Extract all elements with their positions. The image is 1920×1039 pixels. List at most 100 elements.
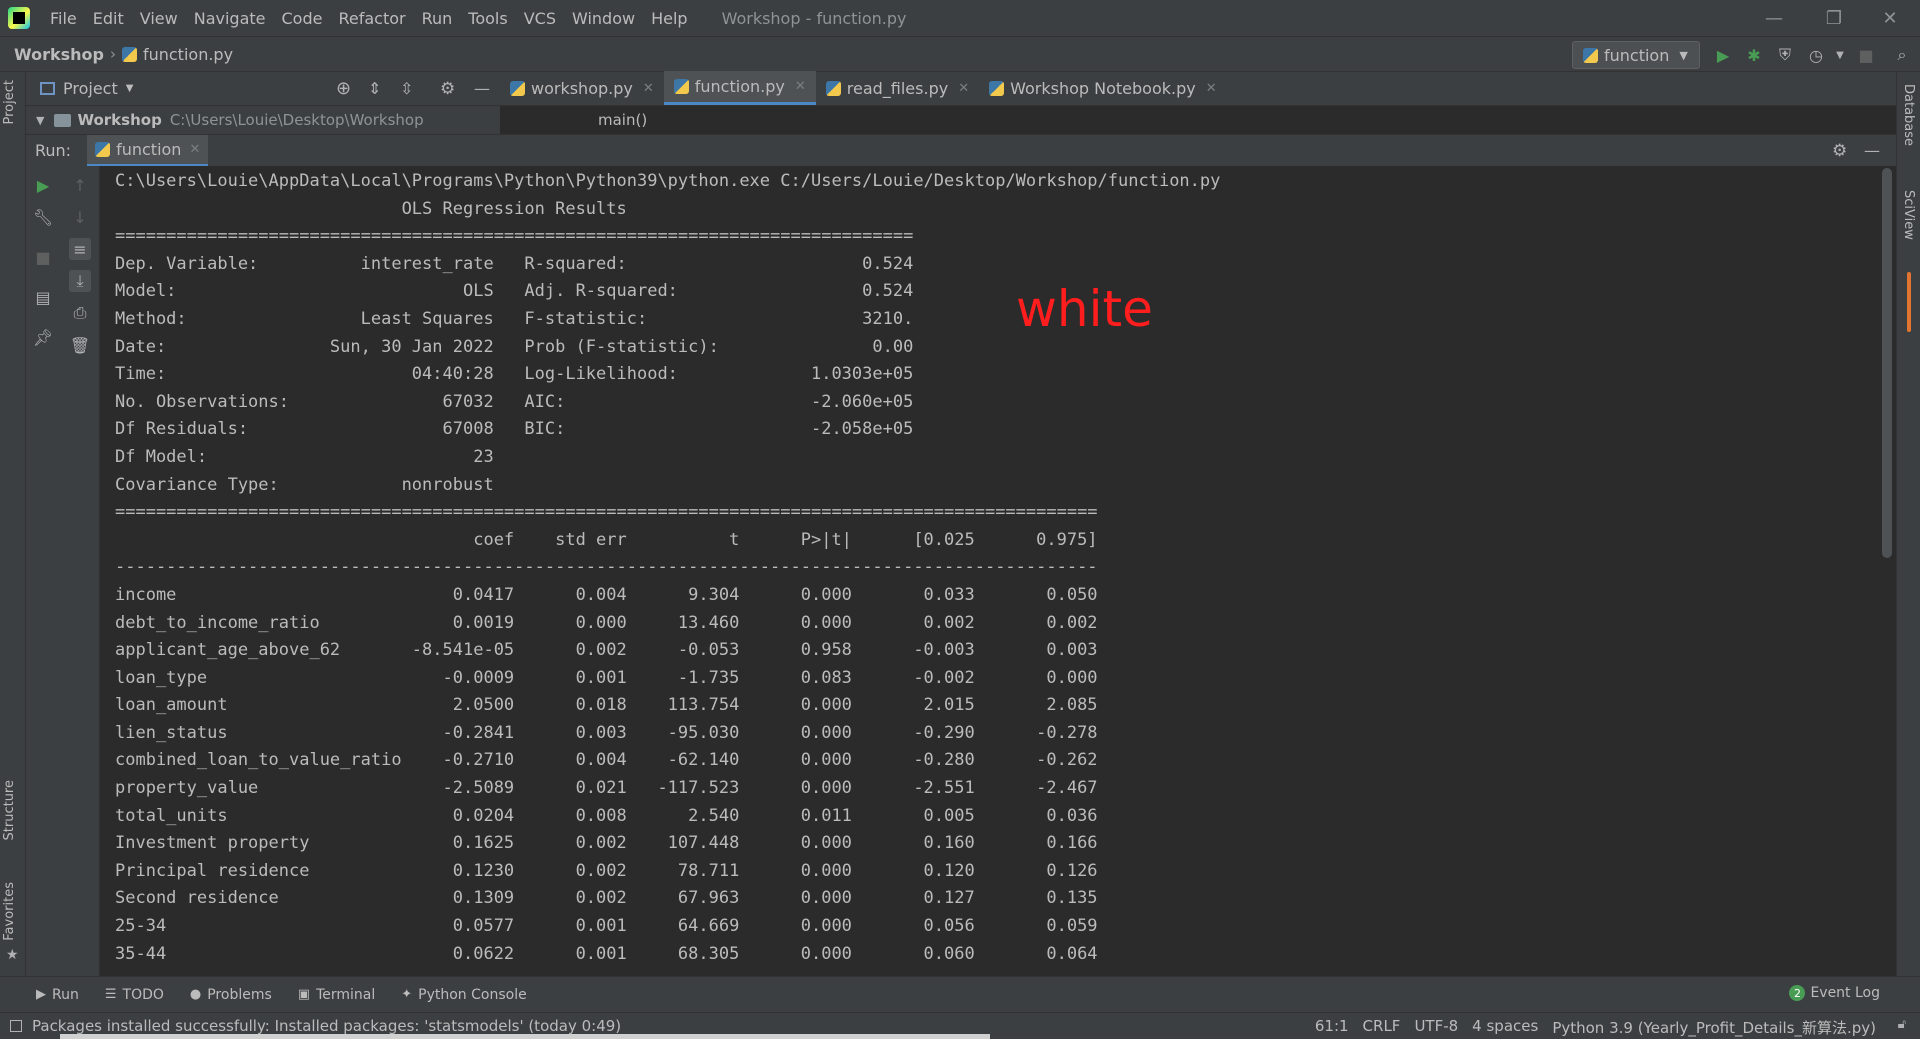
menu-help[interactable]: Help: [643, 9, 695, 28]
close-tab-icon[interactable]: ✕: [795, 79, 806, 94]
minimize-icon[interactable]: —: [1744, 0, 1804, 36]
menu-bar: File Edit View Navigate Code Refactor Ru…: [0, 0, 1920, 36]
project-window-icon: [40, 82, 55, 95]
arrow-up-icon[interactable]: ↑: [69, 174, 91, 196]
close-tab-icon[interactable]: ✕: [958, 81, 969, 96]
breadcrumb-project[interactable]: Workshop: [14, 45, 104, 64]
bottom-tool-tabs: ▶ Run ☰ TODO ● Problems ▣ Terminal ✦ Python C…: [0, 976, 1920, 1012]
toggle-tool-windows-icon[interactable]: [10, 1020, 22, 1032]
bottom-tab-terminal[interactable]: ▣ Terminal: [298, 987, 375, 1003]
menu-view[interactable]: View: [132, 9, 186, 28]
stop-icon[interactable]: ■: [32, 246, 54, 268]
locate-icon[interactable]: ⊕: [336, 78, 351, 99]
annotation-text: white: [1016, 280, 1153, 338]
menu-file[interactable]: File: [42, 9, 85, 28]
pycharm-logo-icon: [8, 7, 30, 29]
menu-refactor[interactable]: Refactor: [330, 9, 413, 28]
soft-wrap-icon[interactable]: ≡: [69, 238, 91, 260]
close-tab-icon[interactable]: ✕: [1206, 81, 1217, 96]
restore-icon[interactable]: ❐: [1804, 0, 1864, 36]
tab-function-py[interactable]: function.py ✕: [663, 71, 816, 105]
caret-position[interactable]: 61:1: [1315, 1017, 1349, 1038]
layout-icon[interactable]: ▤: [32, 286, 54, 308]
file-encoding[interactable]: UTF-8: [1414, 1017, 1458, 1038]
python-icon: ✦: [401, 987, 413, 1002]
trash-icon[interactable]: 🗑︎: [69, 334, 91, 356]
tab-read-files-py[interactable]: read_files.py ✕: [816, 71, 979, 105]
window-title: Workshop - function.py: [721, 8, 907, 28]
bottom-tab-todo[interactable]: ☰ TODO: [105, 987, 164, 1003]
event-log-button[interactable]: 2 Event Log: [1789, 985, 1880, 1001]
menu-run[interactable]: Run: [414, 9, 461, 28]
run-icon[interactable]: ▶: [1713, 45, 1733, 65]
hide-panel-icon[interactable]: —: [1864, 141, 1880, 160]
run-tab-label: function: [116, 139, 182, 159]
lock-icon[interactable]: 🔓︎: [1898, 1017, 1906, 1032]
breadcrumb-function[interactable]: main(): [598, 111, 647, 129]
database-tool-tab[interactable]: Database: [1901, 84, 1916, 146]
run-controls-column: ▶ 🔧︎ ■ ▤ 📌︎: [26, 166, 60, 976]
status-message[interactable]: Packages installed successfully: Install…: [32, 1017, 621, 1035]
scroll-to-end-icon[interactable]: ⤓: [69, 270, 91, 292]
python-file-icon: [989, 80, 1005, 96]
arrow-down-icon[interactable]: ↓: [69, 206, 91, 228]
close-icon[interactable]: ✕: [1860, 0, 1920, 36]
menu-window[interactable]: Window: [564, 9, 643, 28]
more-run-options-icon[interactable]: ▼: [1830, 45, 1850, 65]
tab-label: workshop.py: [531, 78, 633, 98]
bottom-tab-python-console[interactable]: ✦ Python Console: [401, 987, 526, 1003]
python-file-icon: [825, 80, 841, 96]
terminal-icon: ▣: [297, 987, 311, 1002]
python-interpreter[interactable]: Python 3.9 (Yearly_Profit_Details_新算法.py…: [1552, 1017, 1876, 1038]
profile-icon[interactable]: ◷: [1806, 45, 1826, 65]
play-icon: ▶: [36, 987, 46, 1002]
right-tool-strip: Database SciView: [1896, 72, 1920, 998]
coverage-icon[interactable]: ⛨: [1775, 45, 1795, 65]
menu-edit[interactable]: Edit: [85, 9, 132, 28]
project-panel-title[interactable]: Project: [63, 79, 118, 98]
sciview-tool-tab[interactable]: SciView: [1901, 190, 1916, 240]
star-icon: ★: [6, 947, 19, 963]
folder-icon: [54, 113, 72, 127]
collapse-all-icon[interactable]: ⇳: [400, 79, 413, 98]
favorites-tool-tab[interactable]: Favorites: [2, 882, 17, 941]
structure-tool-tab[interactable]: Structure: [2, 780, 17, 840]
search-icon[interactable]: ⌕: [1892, 45, 1912, 65]
menu-navigate[interactable]: Navigate: [186, 9, 274, 28]
python-file-icon: [510, 80, 525, 96]
print-icon[interactable]: ⎙: [69, 302, 91, 324]
rerun-icon[interactable]: ▶: [32, 174, 54, 196]
menu-code[interactable]: Code: [274, 9, 331, 28]
code-breadcrumb: main(): [500, 106, 1896, 134]
gear-icon[interactable]: ⚙: [440, 79, 455, 99]
pin-icon[interactable]: 📌︎: [32, 326, 54, 348]
stop-icon[interactable]: ■: [1856, 45, 1876, 65]
gear-icon[interactable]: ⚙: [1832, 141, 1847, 161]
bottom-tab-run[interactable]: ▶ Run: [36, 987, 79, 1003]
debug-icon[interactable]: ✱: [1744, 45, 1764, 65]
expand-all-icon[interactable]: ⇕: [368, 79, 381, 98]
project-tree-root[interactable]: ▼ Workshop C:\Users\Louie\Desktop\Worksh…: [26, 106, 500, 134]
run-tab-function[interactable]: function ✕: [87, 134, 209, 167]
bottom-tab-problems[interactable]: ● Problems: [190, 987, 272, 1003]
menu-tools[interactable]: Tools: [460, 9, 515, 28]
editor-tab-bar: workshop.py ✕ function.py ✕ read_files.py ✕…: [500, 71, 1896, 106]
run-configuration-select[interactable]: function ▼: [1572, 41, 1700, 69]
chevron-down-icon[interactable]: ▼: [36, 114, 44, 127]
close-tab-icon[interactable]: ✕: [189, 142, 200, 157]
tab-label: Workshop Notebook.py: [1010, 78, 1196, 98]
console-scrollbar[interactable]: [1882, 168, 1892, 558]
menu-vcs[interactable]: VCS: [516, 9, 564, 28]
indent-setting[interactable]: 4 spaces: [1472, 1017, 1538, 1038]
wrench-icon[interactable]: 🔧︎: [32, 206, 54, 228]
hide-panel-icon[interactable]: —: [474, 79, 490, 98]
tab-workshop-notebook-py[interactable]: Workshop Notebook.py ✕: [979, 71, 1227, 105]
close-tab-icon[interactable]: ✕: [643, 81, 654, 96]
project-tool-tab[interactable]: Project: [2, 80, 17, 124]
project-root-path: C:\Users\Louie\Desktop\Workshop: [169, 111, 424, 129]
line-separator[interactable]: CRLF: [1363, 1017, 1401, 1038]
tab-workshop-py[interactable]: workshop.py ✕: [500, 71, 664, 105]
breadcrumb-file[interactable]: function.py: [143, 45, 233, 64]
chevron-down-icon[interactable]: ▼: [126, 83, 134, 94]
run-console[interactable]: C:\Users\Louie\AppData\Local\Programs\Py…: [100, 166, 1880, 976]
